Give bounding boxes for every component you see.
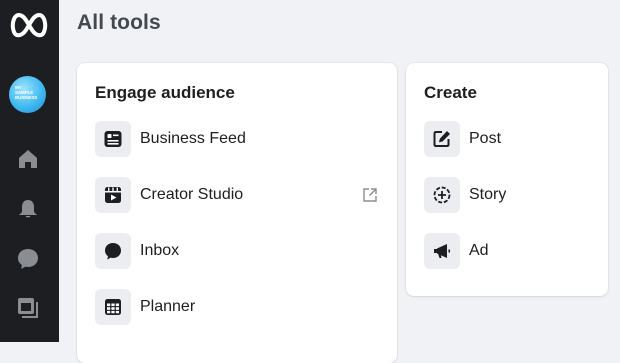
feed-icon [95, 121, 131, 157]
chat-bubble-icon [95, 233, 131, 269]
tool-ad[interactable]: Ad [424, 233, 594, 269]
tool-label: Ad [469, 242, 489, 259]
card-title: Create [424, 83, 477, 102]
tool-label: Creator Studio [140, 186, 244, 203]
avatar-text: MY SAMPLE BUSINESS [15, 85, 38, 100]
tool-post[interactable]: Post [424, 121, 594, 157]
left-sidebar: MY SAMPLE BUSINESS [0, 0, 59, 342]
engage-audience-card: Engage audience Business Feed Creator St… [77, 63, 397, 363]
page-title: All tools [77, 11, 161, 34]
edit-icon [424, 121, 460, 157]
tool-label: Inbox [140, 242, 180, 259]
clapperboard-icon [95, 177, 131, 213]
tool-label: Story [469, 186, 507, 203]
tool-inbox[interactable]: Inbox [95, 233, 383, 269]
megaphone-icon [424, 233, 460, 269]
pages-icon[interactable] [16, 296, 40, 320]
tool-business-feed[interactable]: Business Feed [95, 121, 383, 157]
account-avatar[interactable]: MY SAMPLE BUSINESS [9, 76, 46, 113]
home-icon[interactable] [16, 147, 40, 171]
bell-icon[interactable] [16, 197, 40, 221]
story-add-icon [424, 177, 460, 213]
create-card: Create Post Story Ad [406, 63, 608, 296]
tool-creator-studio[interactable]: Creator Studio [95, 177, 383, 213]
external-link-icon[interactable] [361, 186, 379, 204]
tool-label: Business Feed [140, 130, 246, 147]
calendar-icon [95, 289, 131, 325]
tool-label: Post [469, 130, 502, 147]
tool-planner[interactable]: Planner [95, 289, 383, 325]
tool-label: Planner [140, 298, 196, 315]
chat-bubble-icon[interactable] [16, 247, 40, 271]
tool-story[interactable]: Story [424, 177, 594, 213]
meta-logo-icon[interactable] [8, 10, 50, 40]
card-title: Engage audience [95, 83, 235, 102]
